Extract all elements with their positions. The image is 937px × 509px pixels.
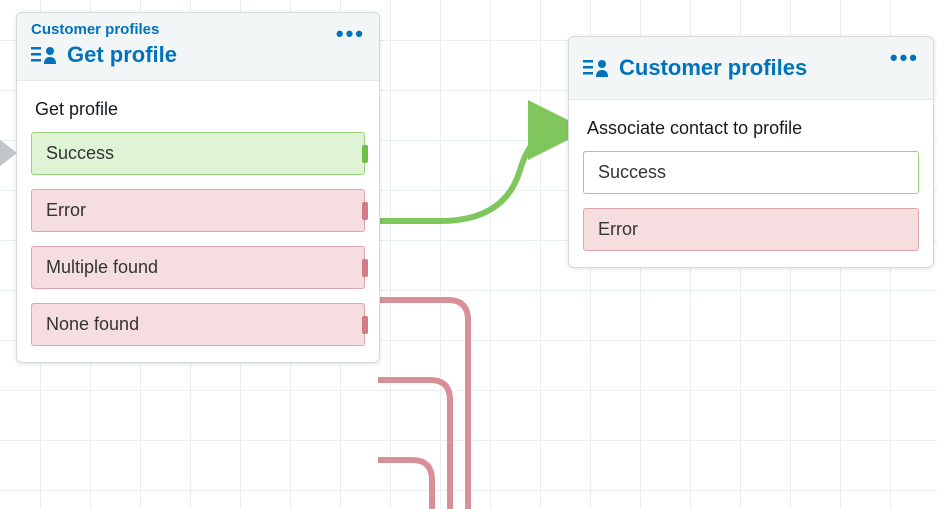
outcome-label: Multiple found xyxy=(46,257,158,277)
outcome-list: Success Error xyxy=(569,145,933,267)
customer-profiles-icon xyxy=(583,58,609,78)
outcome-multiple-found[interactable]: Multiple found xyxy=(31,246,365,289)
outcome-label: None found xyxy=(46,314,139,334)
block-subtitle: Associate contact to profile xyxy=(569,100,933,145)
output-port-icon[interactable] xyxy=(362,316,368,334)
output-port-icon[interactable] xyxy=(362,145,368,163)
input-port-icon xyxy=(0,139,17,167)
block-menu-button[interactable]: ••• xyxy=(336,23,365,45)
outcome-none-found[interactable]: None found xyxy=(31,303,365,346)
outcome-error[interactable]: Error xyxy=(31,189,365,232)
outcome-list: Success Error Multiple found None found xyxy=(17,126,379,362)
block-title: Customer profiles xyxy=(619,55,807,81)
block-category: Customer profiles xyxy=(31,21,365,38)
block-customer-profiles[interactable]: Customer profiles ••• Associate contact … xyxy=(568,36,934,268)
block-subtitle: Get profile xyxy=(17,81,379,126)
outcome-success[interactable]: Success xyxy=(583,151,919,194)
block-get-profile[interactable]: Customer profiles Get profile ••• Get pr… xyxy=(16,12,380,363)
outcome-label: Success xyxy=(46,143,114,163)
outcome-label: Error xyxy=(598,219,638,239)
block-header: Customer profiles Get profile ••• xyxy=(17,13,379,81)
outcome-label: Error xyxy=(46,200,86,220)
outcome-label: Success xyxy=(598,162,666,182)
output-port-icon[interactable] xyxy=(362,202,368,220)
outcome-error[interactable]: Error xyxy=(583,208,919,251)
block-header: Customer profiles ••• xyxy=(569,37,933,100)
output-port-icon[interactable] xyxy=(362,259,368,277)
block-title: Get profile xyxy=(67,42,177,68)
customer-profiles-icon xyxy=(31,45,57,65)
outcome-success[interactable]: Success xyxy=(31,132,365,175)
block-menu-button[interactable]: ••• xyxy=(890,47,919,69)
